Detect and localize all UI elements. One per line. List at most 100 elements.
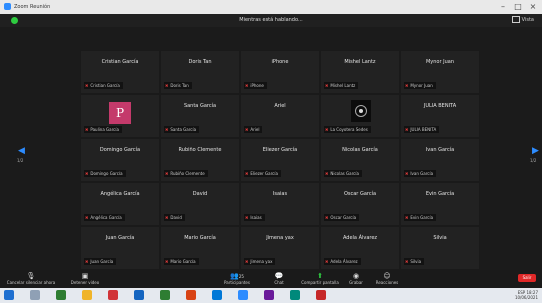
participant-label: ✖ Ivan García: [404, 170, 437, 177]
participant-tile[interactable]: Rubiño Clemente ✖ Rubiño Clemente: [160, 138, 240, 182]
taskbar-app-icon[interactable]: [290, 290, 300, 300]
muted-mic-icon: ✖: [405, 171, 409, 176]
muted-mic-icon: ✖: [165, 171, 169, 176]
participant-tile[interactable]: Silvia ✖ Silvia: [400, 226, 480, 270]
participant-tile[interactable]: Isaias ✖ Isaias: [240, 182, 320, 226]
participant-label: ✖ Mario García: [164, 258, 199, 265]
participant-tile[interactable]: David ✖ David: [160, 182, 240, 226]
start-menu-icon[interactable]: [4, 290, 14, 300]
window-titlebar: Zoom Reunión – □ ×: [0, 0, 542, 14]
participant-tile[interactable]: Juan García ✖ Juan García: [80, 226, 160, 270]
system-tray[interactable]: ESP 18:27 10/06/2021: [515, 290, 538, 300]
participant-name: Mynor Juan: [425, 59, 455, 65]
participant-name: Jimena yax: [266, 235, 294, 241]
taskbar-app-icon[interactable]: [56, 290, 66, 300]
powerpoint-icon[interactable]: [186, 290, 196, 300]
participant-tile[interactable]: Cristian García ✖ Cristian García: [80, 50, 160, 94]
participant-tile[interactable]: Ivan García ✖ Ivan García: [400, 138, 480, 182]
word-icon[interactable]: [134, 290, 144, 300]
participant-label: ✖ Doris Tan: [164, 82, 192, 89]
view-button[interactable]: Vista: [511, 16, 534, 23]
chat-bubble-icon: 💬: [274, 272, 284, 280]
participant-label: ✖ Evin García: [404, 214, 437, 221]
folder-icon[interactable]: [82, 290, 92, 300]
participant-name: Oscar García: [343, 191, 377, 197]
participant-name: Adela Álvarez: [342, 235, 378, 241]
participant-label: ✖ Santa García: [164, 126, 200, 133]
participant-tile[interactable]: Doris Tan ✖ Doris Tan: [160, 50, 240, 94]
muted-mic-icon: ✖: [245, 171, 249, 176]
participant-label: ✖ iPhone: [244, 82, 267, 89]
stop-video-button[interactable]: ▣ Detener video: [66, 272, 104, 285]
taskbar-app-icon[interactable]: [108, 290, 118, 300]
muted-mic-icon: ✖: [405, 215, 409, 220]
participant-label: ✖ Juan García: [84, 258, 117, 265]
participant-tile[interactable]: Evin García ✖ Evin García: [400, 182, 480, 226]
participant-name: Ariel: [274, 103, 286, 109]
next-page-arrow-icon[interactable]: ▶: [532, 146, 539, 156]
zoom-app-icon: [4, 3, 11, 10]
participant-label: ✖ Jimena yax: [244, 258, 276, 265]
leave-button[interactable]: Salir: [518, 274, 536, 282]
participant-tile[interactable]: Mishel Lantz ✖ Mishel Lantz: [320, 50, 400, 94]
participant-name: David: [192, 191, 208, 197]
prev-page-number: 1/2: [17, 158, 24, 163]
search-icon[interactable]: [30, 290, 40, 300]
participant-label: ✖ Angélica García: [84, 214, 125, 221]
participant-tile[interactable]: Domingo García ✖ Domingo García: [80, 138, 160, 182]
participant-name: Rubiño Clemente: [178, 147, 222, 153]
edge-icon[interactable]: [212, 290, 222, 300]
participant-name: Cristian García: [101, 59, 139, 65]
taskbar-app-icon[interactable]: [316, 290, 326, 300]
muted-mic-icon: ✖: [405, 259, 409, 264]
participant-name: Isaias: [272, 191, 288, 197]
excel-icon[interactable]: [160, 290, 170, 300]
share-screen-button[interactable]: ⬆ Compartir pantalla: [298, 272, 342, 285]
reactions-button[interactable]: ☺ Reacciones: [368, 272, 406, 285]
participant-label: ✖ David: [164, 214, 185, 221]
participant-label: ✖ Mynor Juan: [404, 82, 436, 89]
muted-mic-icon: ✖: [325, 215, 329, 220]
participant-name: Evin García: [425, 191, 455, 197]
participant-tile[interactable]: Oscar García ✖ Oscar García: [320, 182, 400, 226]
video-camera-icon: ▣: [81, 272, 89, 280]
unmute-button[interactable]: 🎙 Cancelar silenciar ahora: [6, 272, 56, 285]
close-button[interactable]: ×: [526, 2, 540, 12]
participant-tile[interactable]: Santa García ✖ Santa García: [160, 94, 240, 138]
participant-name: Juan García: [105, 235, 135, 241]
participant-tile[interactable]: Eliezer García ✖ Eliezer García: [240, 138, 320, 182]
muted-mic-icon: ✖: [245, 127, 249, 132]
muted-mic-icon: ✖: [325, 127, 329, 132]
participants-button[interactable]: 👥25 Participantes: [218, 272, 256, 285]
taskbar-app-icon[interactable]: [264, 290, 274, 300]
gallery-grid: Cristian García ✖ Cristian García Doris Ta…: [80, 50, 480, 270]
muted-mic-icon: ✖: [245, 83, 249, 88]
participant-label: ✖ Ariel: [244, 126, 263, 133]
zoom-taskbar-icon[interactable]: [238, 290, 248, 300]
participant-tile[interactable]: iPhone ✖ iPhone: [240, 50, 320, 94]
participant-label: ✖ Isaias: [244, 214, 265, 221]
minimize-button[interactable]: –: [496, 2, 510, 12]
maximize-button[interactable]: □: [511, 2, 525, 12]
participants-icon: 👥25: [230, 272, 244, 280]
chat-button[interactable]: 💬 Chat: [260, 272, 298, 285]
participant-tile[interactable]: Ariel ✖ Ariel: [240, 94, 320, 138]
participant-label: ✖ Nicolas García: [324, 170, 362, 177]
participant-label: ✖ La Coyotera Sedes: [324, 126, 371, 133]
participant-tile[interactable]: Nicolas García ✖ Nicolas García: [320, 138, 400, 182]
muted-mic-icon: ✖: [405, 127, 409, 132]
participant-tile[interactable]: P ✖ Paulina García: [80, 94, 160, 138]
participant-tile[interactable]: Mario García ✖ Mario García: [160, 226, 240, 270]
muted-mic-icon: ✖: [85, 171, 89, 176]
participant-tile[interactable]: Angélica García ✖ Angélica García: [80, 182, 160, 226]
participant-tile[interactable]: ✖ La Coyotera Sedes: [320, 94, 400, 138]
next-page-number: 1/2: [530, 158, 537, 163]
participant-name: Ivan García: [425, 147, 455, 153]
muted-mic-icon: ✖: [85, 215, 89, 220]
participant-tile[interactable]: Mynor Juan ✖ Mynor Juan: [400, 50, 480, 94]
participant-tile[interactable]: Jimena yax ✖ Jimena yax: [240, 226, 320, 270]
participant-tile[interactable]: Adela Álvarez ✖ Adela Álvarez: [320, 226, 400, 270]
participant-name: Doris Tan: [188, 59, 212, 65]
prev-page-arrow-icon[interactable]: ◀: [18, 146, 25, 156]
participant-tile[interactable]: JULIA BENITA ✖ JULIA BENITA: [400, 94, 480, 138]
